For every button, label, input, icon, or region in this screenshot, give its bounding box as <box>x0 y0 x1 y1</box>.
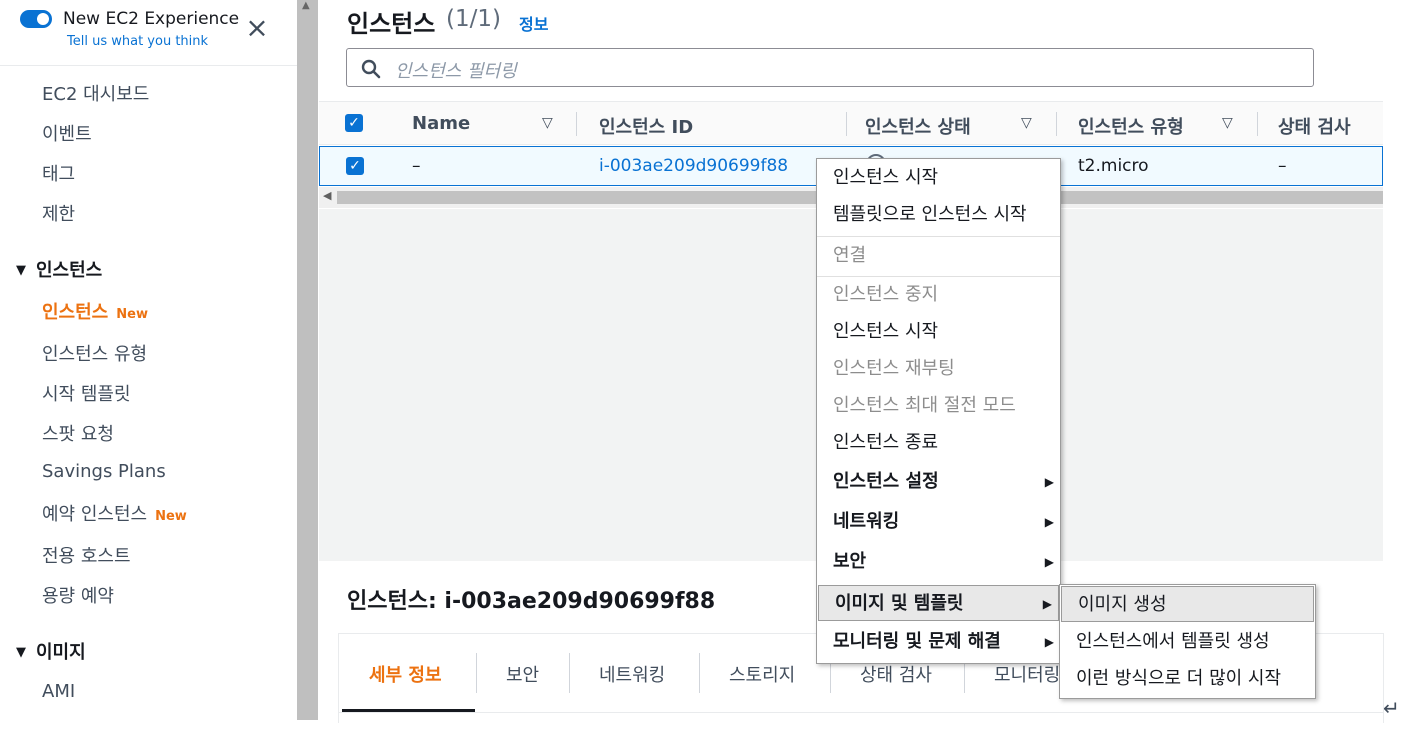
sidebar-section-images[interactable]: ▼ 이미지 <box>16 638 86 664</box>
sort-icon[interactable]: ▽ <box>1222 115 1233 131</box>
sidebar-section-instances[interactable]: ▼ 인스턴스 <box>16 256 102 282</box>
submenu-arrow-icon: ▶ <box>1044 515 1054 529</box>
submenu-arrow-icon: ▶ <box>1044 475 1054 489</box>
new-experience-row: New EC2 Experience Tell us what you thin… <box>0 0 297 66</box>
submenu-arrow-icon: ▶ <box>1044 635 1054 649</box>
tab-details[interactable]: 세부 정보 <box>369 661 442 687</box>
menu-item-connect: 연결 <box>833 245 867 266</box>
submenu-arrow-icon: ▶ <box>1042 597 1052 611</box>
sidebar-item-launch-templates[interactable]: 시작 템플릿 <box>42 380 131 406</box>
caret-down-icon: ▼ <box>16 645 26 660</box>
context-menu: 인스턴스 시작 템플릿으로 인스턴스 시작 연결 인스턴스 중지 인스턴스 시작… <box>816 158 1061 664</box>
menu-item-launch-instance[interactable]: 인스턴스 시작 <box>817 160 1060 196</box>
feedback-link[interactable]: Tell us what you think <box>67 34 208 49</box>
selection-count: (1/1) <box>446 6 501 32</box>
menu-item-networking[interactable]: 네트워킹 ▶ <box>817 504 1060 540</box>
cell-name: – <box>412 156 421 176</box>
column-header-status-check[interactable]: 상태 검사 <box>1278 113 1351 139</box>
menu-item-start-instance[interactable]: 인스턴스 시작 <box>817 314 1060 350</box>
search-input[interactable]: 인스턴스 필터링 <box>346 48 1314 87</box>
return-icon: ↵ <box>1383 696 1400 720</box>
sidebar-item-events[interactable]: 이벤트 <box>42 120 92 146</box>
row-checkbox[interactable]: ✓ <box>346 157 364 175</box>
sidebar-item-instance-types[interactable]: 인스턴스 유형 <box>42 340 147 366</box>
close-icon[interactable]: × <box>243 14 271 42</box>
new-experience-toggle[interactable] <box>20 10 52 28</box>
sidebar-item-label: 인스턴스 <box>42 302 109 323</box>
sidebar-item-dashboard[interactable]: EC2 대시보드 <box>42 80 149 106</box>
search-icon <box>361 59 381 79</box>
menu-item-launch-from-template[interactable]: 템플릿으로 인스턴스 시작 <box>817 197 1060 233</box>
sort-icon[interactable]: ▽ <box>1021 115 1032 131</box>
tabs-baseline <box>338 712 1384 713</box>
tab-storage[interactable]: 스토리지 <box>729 661 795 687</box>
tab-monitoring[interactable]: 모니터링 <box>994 661 1064 687</box>
new-experience-label: New EC2 Experience <box>63 9 240 29</box>
caret-down-icon: ▼ <box>16 263 26 278</box>
cell-status-check: – <box>1278 156 1287 176</box>
column-header-instance-id[interactable]: 인스턴스 ID <box>599 113 693 139</box>
column-header-instance-state[interactable]: 인스턴스 상태 <box>865 113 971 139</box>
sidebar-item-instances[interactable]: 인스턴스 New <box>42 298 148 324</box>
info-link[interactable]: 정보 <box>519 11 548 35</box>
page-title: 인스턴스 <box>347 10 436 38</box>
new-badge: New <box>116 307 148 322</box>
menu-item-security[interactable]: 보안 ▶ <box>817 544 1060 580</box>
sidebar-item-reserved-instances[interactable]: 예약 인스턴스 New <box>42 500 187 526</box>
menu-item-create-template-from-instance[interactable]: 인스턴스에서 템플릿 생성 <box>1060 624 1315 660</box>
tab-networking[interactable]: 네트워킹 <box>599 661 665 687</box>
sidebar-scrollbar[interactable]: ▲ <box>297 0 318 720</box>
cell-instance-type: t2.micro <box>1078 156 1149 176</box>
table-header: ✓ Name ▽ 인스턴스 ID 인스턴스 상태 ▽ 인스턴스 유형 ▽ 상태 … <box>319 101 1383 145</box>
column-header-instance-type[interactable]: 인스턴스 유형 <box>1078 113 1184 139</box>
column-divider[interactable] <box>1056 112 1057 136</box>
sidebar-item-tags[interactable]: 태그 <box>42 160 75 186</box>
sidebar-section-label: 인스턴스 <box>36 260 103 281</box>
tab-divider <box>699 653 700 693</box>
sidebar-item-label: 예약 인스턴스 <box>42 504 148 525</box>
details-title: 인스턴스: i-003ae209d90699f88 <box>347 589 716 614</box>
scroll-left-icon[interactable]: ◀ <box>323 189 331 202</box>
menu-item-hibernate-instance: 인스턴스 최대 절전 모드 <box>833 395 1016 416</box>
sidebar-item-limits[interactable]: 제한 <box>42 200 75 226</box>
tab-status-checks[interactable]: 상태 검사 <box>860 661 932 687</box>
menu-item-monitor-and-troubleshoot[interactable]: 모니터링 및 문제 해결 ▶ <box>817 624 1060 660</box>
image-submenu: 이미지 생성 인스턴스에서 템플릿 생성 이런 방식으로 더 많이 시작 <box>1059 584 1316 699</box>
sidebar-item-dedicated-hosts[interactable]: 전용 호스트 <box>42 542 131 568</box>
menu-item-launch-more-like-this[interactable]: 이런 방식으로 더 많이 시작 <box>1060 661 1315 697</box>
sidebar-item-capacity-reservations[interactable]: 용량 예약 <box>42 582 114 608</box>
sidebar-item-ami[interactable]: AMI <box>42 681 75 702</box>
select-all-checkbox[interactable]: ✓ <box>345 114 363 132</box>
column-divider[interactable] <box>846 112 847 136</box>
menu-item-image-and-templates[interactable]: 이미지 및 템플릿 ▶ <box>818 585 1059 621</box>
sidebar-item-savings-plans[interactable]: Savings Plans <box>42 461 166 482</box>
sort-icon[interactable]: ▽ <box>542 115 553 131</box>
submenu-arrow-icon: ▶ <box>1044 555 1054 569</box>
new-badge: New <box>155 509 187 524</box>
tab-divider <box>476 653 477 693</box>
scroll-up-icon[interactable]: ▲ <box>302 0 310 11</box>
cell-instance-id[interactable]: i-003ae209d90699f88 <box>599 156 788 176</box>
sidebar-item-spot-requests[interactable]: 스팟 요청 <box>42 420 114 446</box>
menu-divider <box>817 236 1060 237</box>
menu-item-terminate-instance[interactable]: 인스턴스 종료 <box>817 425 1060 461</box>
search-placeholder: 인스턴스 필터링 <box>395 61 517 82</box>
menu-item-instance-settings[interactable]: 인스턴스 설정 ▶ <box>817 464 1060 500</box>
menu-item-create-image[interactable]: 이미지 생성 <box>1061 586 1314 622</box>
menu-item-reboot-instance: 인스턴스 재부팅 <box>833 358 955 379</box>
sidebar: New EC2 Experience Tell us what you thin… <box>0 0 297 720</box>
column-header-name[interactable]: Name <box>412 113 470 134</box>
tab-security[interactable]: 보안 <box>506 661 539 687</box>
sidebar-section-label: 이미지 <box>36 642 86 663</box>
column-divider[interactable] <box>1257 112 1258 136</box>
menu-item-stop-instance: 인스턴스 중지 <box>833 284 939 305</box>
column-divider[interactable] <box>576 112 577 136</box>
tab-divider <box>569 653 570 693</box>
